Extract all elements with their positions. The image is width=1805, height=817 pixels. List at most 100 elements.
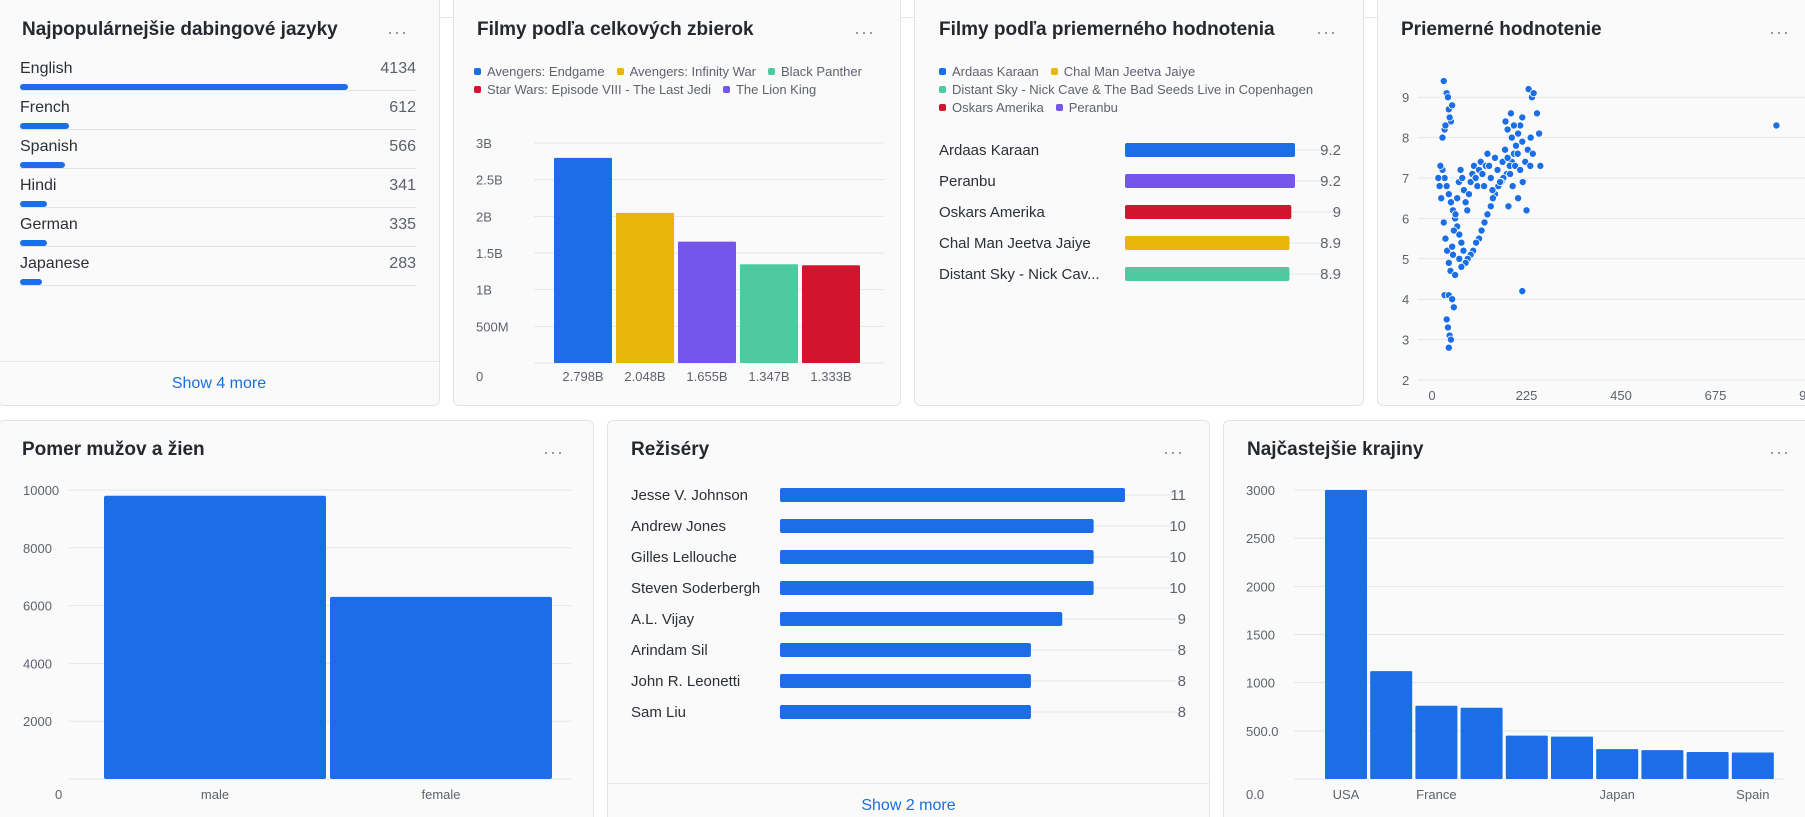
bar — [780, 612, 1063, 626]
y-tick-label: 6 — [1402, 211, 1409, 226]
directors-chart: Jesse V. Johnson 11 Andrew Jones 10 Gilles L… — [631, 487, 1186, 721]
language-bar — [20, 240, 47, 246]
y-tick-label: 2B — [476, 209, 492, 224]
collections-chart: 0 500M 1B 1.5B 2B 2.5B 3B 2.798B 2.048B 1.655B 1.3… — [476, 136, 884, 384]
language-name: English — [20, 60, 73, 77]
scatter-point — [1444, 343, 1453, 352]
rating-value: 9.2 — [1320, 173, 1341, 190]
scatter-point — [1456, 165, 1465, 174]
x-tick-label: France — [1416, 787, 1456, 802]
y-tick-label: 1500 — [1246, 628, 1275, 643]
avg-rating-chart: 2 3 4 5 6 7 8 9 0 225 450 675 900 — [1402, 77, 1805, 403]
language-row: Hindi 341 — [20, 169, 416, 208]
scatter-point — [1458, 173, 1467, 182]
scatter-point — [1459, 246, 1468, 255]
bar — [1505, 735, 1548, 779]
data-label: 2.798B — [562, 369, 603, 384]
scatter-point — [1444, 258, 1453, 267]
bar — [780, 519, 1094, 533]
scatter-point — [1518, 113, 1527, 122]
y-tick-label: 1000 — [1246, 676, 1275, 691]
bar — [780, 643, 1031, 657]
scatter-point — [1485, 161, 1494, 170]
scatter-point — [1509, 121, 1518, 130]
languages-menu-icon[interactable]: ··· — [387, 23, 408, 41]
scatter-point — [1446, 198, 1455, 207]
language-row: Japanese 283 — [20, 247, 416, 286]
y-tick-label: 0.0 — [1246, 787, 1264, 802]
languages-title: Najpopulárnejšie dabingové jazyky — [22, 19, 338, 40]
scatter-point — [1455, 254, 1464, 263]
language-count: 566 — [389, 138, 416, 155]
scatter-point — [1449, 303, 1458, 312]
bar — [1125, 174, 1295, 188]
language-bar — [20, 201, 48, 207]
language-count: 612 — [389, 99, 416, 116]
ratings-card: Filmy podľa priemerného hodnotenia ··· A… — [914, 0, 1364, 406]
x-tick-label: 450 — [1610, 388, 1632, 403]
bar — [1125, 143, 1295, 157]
scatter-point — [1518, 137, 1527, 146]
y-tick-label: 5 — [1402, 252, 1409, 267]
scatter-point — [1488, 194, 1497, 203]
ratings-chart: Ardaas Karaan 9.2 Peranbu 9.2 Oskars Amerika… — [939, 142, 1341, 283]
scatter-point — [1436, 161, 1445, 170]
director-name: John R. Leonetti — [631, 673, 740, 690]
language-bar — [20, 123, 69, 129]
scatter-point — [1441, 234, 1450, 243]
scatter-point — [1506, 109, 1515, 118]
language-name: Spanish — [20, 138, 78, 155]
directors-card: Režiséry ··· Jesse V. Johnson 11 Andrew Jo… — [607, 420, 1210, 817]
scatter-point — [1448, 101, 1457, 110]
scatter-point — [1529, 89, 1538, 98]
scatter-point — [1439, 77, 1448, 86]
y-tick-label: 1B — [476, 283, 492, 298]
scatter-point — [1449, 226, 1458, 235]
scatter-point — [1448, 295, 1457, 304]
director-count: 10 — [1169, 518, 1186, 535]
scatter-point — [1772, 121, 1781, 130]
bar — [330, 596, 552, 779]
y-tick-label: 3B — [476, 136, 492, 151]
scatter-point — [1513, 149, 1522, 158]
language-row: Spanish 566 — [20, 130, 416, 169]
x-tick-label: USA — [1333, 787, 1360, 802]
scatter-point — [1491, 153, 1500, 162]
bar — [1641, 750, 1684, 779]
director-name: Gilles Lellouche — [631, 549, 737, 566]
bar — [780, 705, 1031, 719]
y-tick-label: 8000 — [23, 541, 52, 556]
y-tick-label: 10000 — [23, 483, 59, 498]
rating-label: Peranbu — [939, 173, 996, 190]
scatter-point — [1535, 129, 1544, 138]
scatter-point — [1516, 165, 1525, 174]
language-bar — [20, 279, 43, 285]
y-tick-label: 2000 — [1246, 579, 1275, 594]
y-tick-label: 0 — [476, 369, 483, 384]
bar — [616, 212, 674, 363]
y-tick-label: 2000 — [23, 714, 52, 729]
x-tick-label: 0 — [1428, 388, 1435, 403]
scatter-point — [1483, 149, 1492, 158]
scatter-point — [1463, 206, 1472, 215]
scatter-point — [1496, 178, 1505, 187]
language-row: English 4134 — [20, 52, 416, 91]
bar — [1460, 707, 1503, 779]
directors-show-more-button[interactable]: Show 2 more — [608, 783, 1209, 817]
scatter-point — [1448, 242, 1457, 251]
y-tick-label: 7 — [1402, 171, 1409, 186]
scatter-point — [1483, 210, 1492, 219]
bar — [1731, 752, 1774, 779]
languages-show-more-button[interactable]: Show 4 more — [0, 361, 439, 405]
scatter-point — [1441, 121, 1450, 130]
director-name: Sam Liu — [631, 704, 686, 721]
countries-chart: 0.0 500.0 1000 1500 2000 2500 3000 USA France Jap… — [1246, 483, 1784, 802]
avg-rating-card: Priemerné hodnotenie ··· 2 3 4 5 6 7 8 9 0 225 450… — [1377, 0, 1805, 406]
language-count: 335 — [389, 216, 416, 233]
scatter-point — [1445, 113, 1454, 122]
bar — [1415, 705, 1458, 779]
scatter-point — [1518, 287, 1527, 296]
y-tick-label: 3 — [1402, 333, 1409, 348]
bar — [1551, 736, 1593, 779]
gender-card: Pomer mužov a žien ··· 0 2000 4000 6000 8000… — [0, 420, 594, 817]
